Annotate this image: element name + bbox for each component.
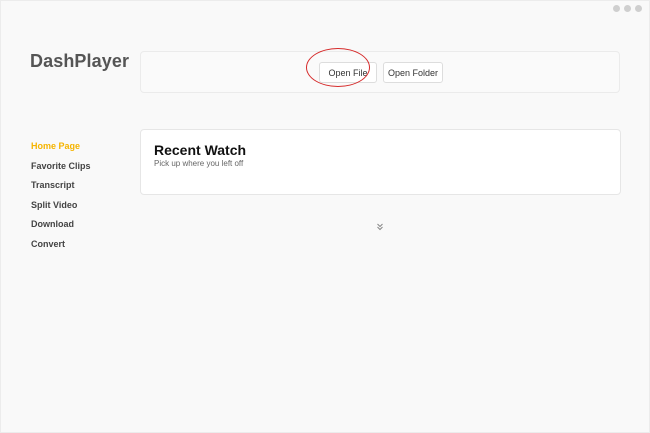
double-chevron-down-icon[interactable] (376, 222, 384, 232)
sidebar-item-split-video[interactable]: Split Video (31, 199, 91, 219)
minimize-window-icon[interactable] (613, 5, 620, 12)
close-window-icon[interactable] (635, 5, 642, 12)
sidebar-item-download[interactable]: Download (31, 218, 91, 238)
sidebar-item-favorite-clips[interactable]: Favorite Clips (31, 160, 91, 180)
recent-watch-card: Recent Watch Pick up where you left off (140, 129, 621, 195)
open-folder-button[interactable]: Open Folder (383, 62, 443, 83)
recent-watch-title: Recent Watch (154, 142, 247, 158)
open-file-button[interactable]: Open File (319, 62, 377, 83)
maximize-window-icon[interactable] (624, 5, 631, 12)
sidebar-item-convert[interactable]: Convert (31, 238, 91, 258)
sidebar: Home Page Favorite Clips Transcript Spli… (31, 140, 91, 258)
sidebar-item-home-page[interactable]: Home Page (31, 140, 91, 160)
app-title: DashPlayer (30, 51, 130, 71)
recent-watch-subtitle: Pick up where you left off (154, 159, 244, 168)
file-toolbar: Open File Open Folder (140, 51, 620, 93)
sidebar-item-transcript[interactable]: Transcript (31, 179, 91, 199)
app-window: DashPlayer Open File Open Folder Home Pa… (0, 0, 650, 433)
window-controls (613, 5, 642, 12)
